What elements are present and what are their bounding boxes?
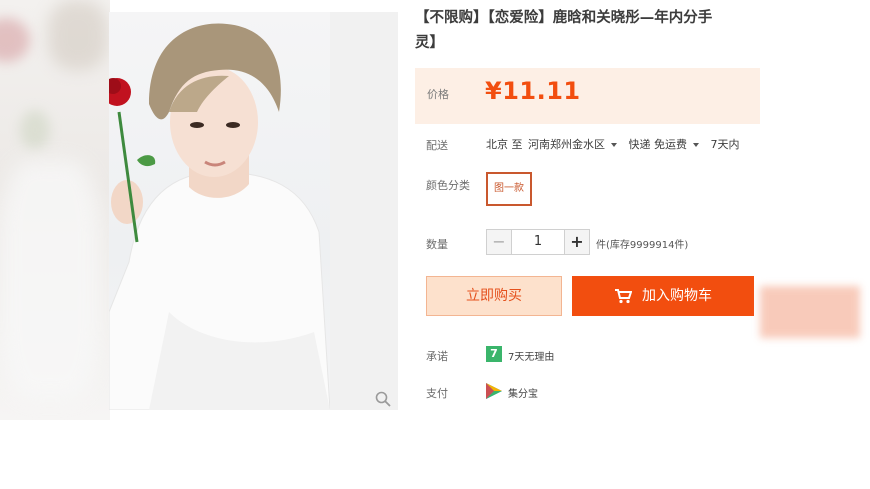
quantity-input[interactable]: 1 xyxy=(512,229,564,255)
zoom-icon[interactable] xyxy=(374,390,392,408)
color-option-selected[interactable]: 图一款 xyxy=(486,172,532,206)
shipping-row: 北京 至 河南郑州金水区 快递 免运费 7天内 xyxy=(486,136,760,152)
quantity-label: 数量 xyxy=(426,238,448,251)
price-label: 价格 xyxy=(427,88,449,101)
promise-label: 承诺 xyxy=(426,350,448,363)
payment-method[interactable]: 集分宝 xyxy=(508,385,538,400)
chevron-down-icon[interactable] xyxy=(611,142,617,147)
color-label: 颜色分类 xyxy=(426,179,470,192)
add-to-cart-label: 加入购物车 xyxy=(642,288,712,304)
thumbnail-strip xyxy=(330,12,398,410)
quantity-decrease-button[interactable]: − xyxy=(486,229,512,255)
shipping-from: 北京 至 xyxy=(486,138,523,151)
product-title: 【不限购】【恋爱险】鹿晗和关晓彤—年内分手 灵】 xyxy=(415,10,713,51)
stock-info: 件(库存9999914件) xyxy=(596,240,689,251)
jifenbao-icon xyxy=(486,383,502,399)
add-to-cart-button[interactable]: 加入购物车 xyxy=(572,276,754,316)
seven-day-return-icon: 7 xyxy=(486,346,502,362)
product-main-image[interactable] xyxy=(109,12,330,410)
price-panel: 价格 ¥11.11 xyxy=(415,68,760,124)
promise-text[interactable]: 7天无理由 xyxy=(508,348,554,363)
payment-label: 支付 xyxy=(426,387,448,400)
cart-icon xyxy=(615,289,632,304)
product-photo-illustration xyxy=(109,23,330,410)
shipping-destination[interactable]: 河南郑州金水区 xyxy=(528,138,605,151)
shipping-time: 7天内 xyxy=(710,138,740,151)
shipping-label: 配送 xyxy=(426,139,448,152)
blurred-background xyxy=(0,0,110,420)
blurred-button-shadow xyxy=(760,286,860,338)
quantity-increase-button[interactable]: + xyxy=(564,229,590,255)
buy-now-button[interactable]: 立即购买 xyxy=(426,276,562,316)
price-value: ¥11.11 xyxy=(485,77,581,105)
chevron-down-icon[interactable] xyxy=(693,142,699,147)
shipping-method[interactable]: 快递 免运费 xyxy=(629,138,688,151)
